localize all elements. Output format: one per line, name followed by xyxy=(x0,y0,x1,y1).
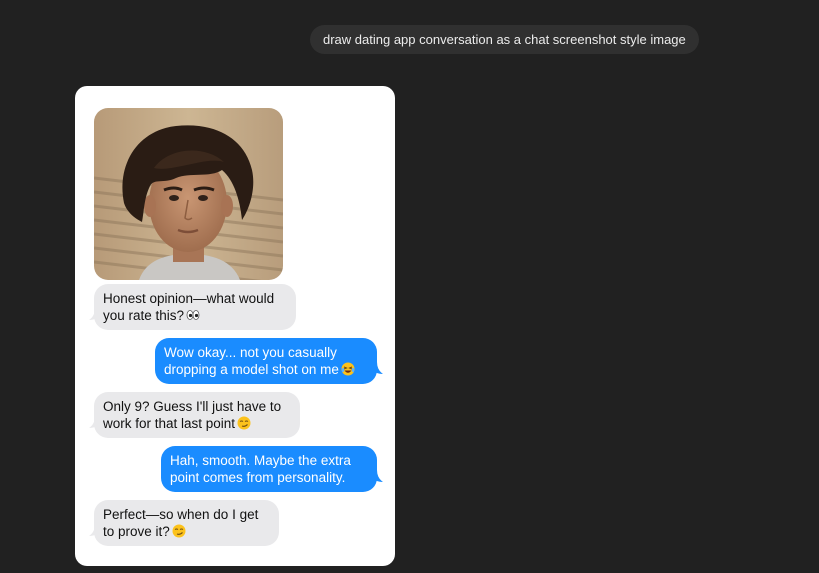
message-text-line: Hah, smooth. Maybe the extra xyxy=(170,453,351,468)
message-bubble-incoming: Only 9? Guess I'll just have to work for… xyxy=(94,392,300,438)
message-text-line: to prove it? xyxy=(103,523,270,540)
laughing-emoji-icon xyxy=(341,362,355,376)
eyes-emoji-icon xyxy=(186,310,200,320)
user-prompt-text: draw dating app conversation as a chat s… xyxy=(323,32,686,47)
chat-page: draw dating app conversation as a chat s… xyxy=(0,0,819,573)
user-prompt-bubble: draw dating app conversation as a chat s… xyxy=(310,25,699,54)
message-text-line: work for that last point xyxy=(103,415,291,432)
message-text-line: you rate this? xyxy=(103,307,287,324)
message-text-line: point comes from personality. xyxy=(170,470,346,485)
message-text-line: dropping a model shot on me xyxy=(164,361,368,378)
message-text-line: Honest opinion—what would xyxy=(103,291,275,306)
smirk-emoji-icon xyxy=(172,524,186,538)
message-text-line: Only 9? Guess I'll just have to xyxy=(103,399,282,414)
message-text-line: Perfect—so when do I get xyxy=(103,507,259,522)
message-bubble-outgoing: Wow okay... not you casually dropping a … xyxy=(155,338,377,384)
message-bubble-incoming: Honest opinion—what would you rate this? xyxy=(94,284,296,330)
smirk-emoji-icon xyxy=(237,416,251,430)
message-bubble-outgoing: Hah, smooth. Maybe the extra point comes… xyxy=(161,446,377,492)
message-bubble-incoming: Perfect—so when do I get to prove it? xyxy=(94,500,279,546)
generated-chat-image[interactable]: Honest opinion—what would you rate this?… xyxy=(75,86,395,566)
profile-photo xyxy=(94,108,283,280)
message-text-line: Wow okay... not you casually xyxy=(164,345,337,360)
